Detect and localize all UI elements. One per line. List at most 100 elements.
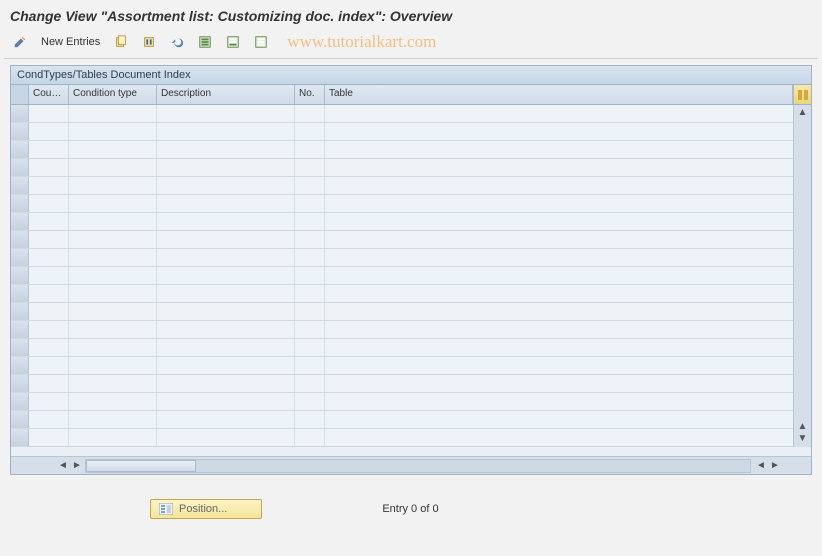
row-selector[interactable] — [11, 177, 29, 194]
cell-table[interactable] — [325, 105, 811, 122]
cell-condition-type[interactable] — [69, 357, 157, 374]
table-row[interactable] — [11, 159, 811, 177]
cell-condition-type[interactable] — [69, 105, 157, 122]
col-header-table[interactable]: Table — [325, 85, 793, 104]
cell-no[interactable] — [295, 213, 325, 230]
row-selector[interactable] — [11, 285, 29, 302]
cell-condition-type[interactable] — [69, 249, 157, 266]
table-row[interactable] — [11, 339, 811, 357]
cell-description[interactable] — [157, 105, 295, 122]
cell-condition-type[interactable] — [69, 213, 157, 230]
cell-no[interactable] — [295, 177, 325, 194]
cell-table[interactable] — [325, 213, 811, 230]
cell-no[interactable] — [295, 303, 325, 320]
cell-condition-type[interactable] — [69, 195, 157, 212]
cell-no[interactable] — [295, 159, 325, 176]
cell-table[interactable] — [325, 303, 811, 320]
new-entries-button[interactable]: New Entries — [36, 33, 105, 51]
cell-counter[interactable] — [29, 357, 69, 374]
cell-counter[interactable] — [29, 429, 69, 446]
row-selector[interactable] — [11, 411, 29, 428]
cell-condition-type[interactable] — [69, 159, 157, 176]
cell-table[interactable] — [325, 429, 811, 446]
cell-description[interactable] — [157, 249, 295, 266]
cell-condition-type[interactable] — [69, 141, 157, 158]
cell-description[interactable] — [157, 213, 295, 230]
row-selector[interactable] — [11, 303, 29, 320]
cell-condition-type[interactable] — [69, 339, 157, 356]
row-selector[interactable] — [11, 321, 29, 338]
cell-counter[interactable] — [29, 339, 69, 356]
table-row[interactable] — [11, 393, 811, 411]
row-selector[interactable] — [11, 141, 29, 158]
row-selector[interactable] — [11, 123, 29, 140]
cell-counter[interactable] — [29, 231, 69, 248]
cell-table[interactable] — [325, 231, 811, 248]
cell-no[interactable] — [295, 231, 325, 248]
cell-counter[interactable] — [29, 267, 69, 284]
select-column-header[interactable] — [11, 85, 29, 104]
cell-condition-type[interactable] — [69, 267, 157, 284]
cell-counter[interactable] — [29, 285, 69, 302]
cell-counter[interactable] — [29, 105, 69, 122]
cell-no[interactable] — [295, 321, 325, 338]
col-header-no[interactable]: No. — [295, 85, 325, 104]
scroll-left-end-button[interactable]: ◄ — [755, 460, 767, 472]
cell-table[interactable] — [325, 285, 811, 302]
cell-condition-type[interactable] — [69, 429, 157, 446]
col-header-condition-type[interactable]: Condition type — [69, 85, 157, 104]
row-selector[interactable] — [11, 195, 29, 212]
cell-no[interactable] — [295, 141, 325, 158]
row-selector[interactable] — [11, 375, 29, 392]
cell-table[interactable] — [325, 249, 811, 266]
cell-description[interactable] — [157, 123, 295, 140]
cell-table[interactable] — [325, 321, 811, 338]
row-selector[interactable] — [11, 357, 29, 374]
cell-counter[interactable] — [29, 393, 69, 410]
cell-no[interactable] — [295, 267, 325, 284]
table-row[interactable] — [11, 267, 811, 285]
cell-description[interactable] — [157, 375, 295, 392]
cell-description[interactable] — [157, 393, 295, 410]
cell-counter[interactable] — [29, 411, 69, 428]
cell-no[interactable] — [295, 195, 325, 212]
cell-description[interactable] — [157, 411, 295, 428]
table-settings-button[interactable] — [249, 32, 273, 52]
cell-table[interactable] — [325, 123, 811, 140]
table-row[interactable] — [11, 429, 811, 447]
row-selector[interactable] — [11, 393, 29, 410]
row-selector[interactable] — [11, 429, 29, 446]
cell-no[interactable] — [295, 375, 325, 392]
cell-counter[interactable] — [29, 141, 69, 158]
cell-table[interactable] — [325, 411, 811, 428]
row-selector[interactable] — [11, 231, 29, 248]
cell-counter[interactable] — [29, 123, 69, 140]
table-row[interactable] — [11, 285, 811, 303]
table-row[interactable] — [11, 195, 811, 213]
cell-description[interactable] — [157, 159, 295, 176]
cell-counter[interactable] — [29, 303, 69, 320]
cell-condition-type[interactable] — [69, 231, 157, 248]
cell-table[interactable] — [325, 357, 811, 374]
col-header-description[interactable]: Description — [157, 85, 295, 104]
vertical-scrollbar[interactable]: ▲▲▼ — [793, 105, 811, 447]
cell-condition-type[interactable] — [69, 285, 157, 302]
cell-table[interactable] — [325, 267, 811, 284]
cell-description[interactable] — [157, 177, 295, 194]
cell-description[interactable] — [157, 267, 295, 284]
cell-no[interactable] — [295, 429, 325, 446]
cell-counter[interactable] — [29, 321, 69, 338]
change-button[interactable] — [8, 32, 32, 52]
row-selector[interactable] — [11, 159, 29, 176]
cell-table[interactable] — [325, 141, 811, 158]
cell-counter[interactable] — [29, 249, 69, 266]
cell-condition-type[interactable] — [69, 375, 157, 392]
cell-no[interactable] — [295, 105, 325, 122]
undo-button[interactable] — [165, 32, 189, 52]
configure-columns-button[interactable] — [793, 85, 811, 104]
table-row[interactable] — [11, 375, 811, 393]
row-selector[interactable] — [11, 339, 29, 356]
cell-description[interactable] — [157, 195, 295, 212]
cell-condition-type[interactable] — [69, 321, 157, 338]
scroll-right-end-button[interactable]: ► — [769, 460, 781, 472]
